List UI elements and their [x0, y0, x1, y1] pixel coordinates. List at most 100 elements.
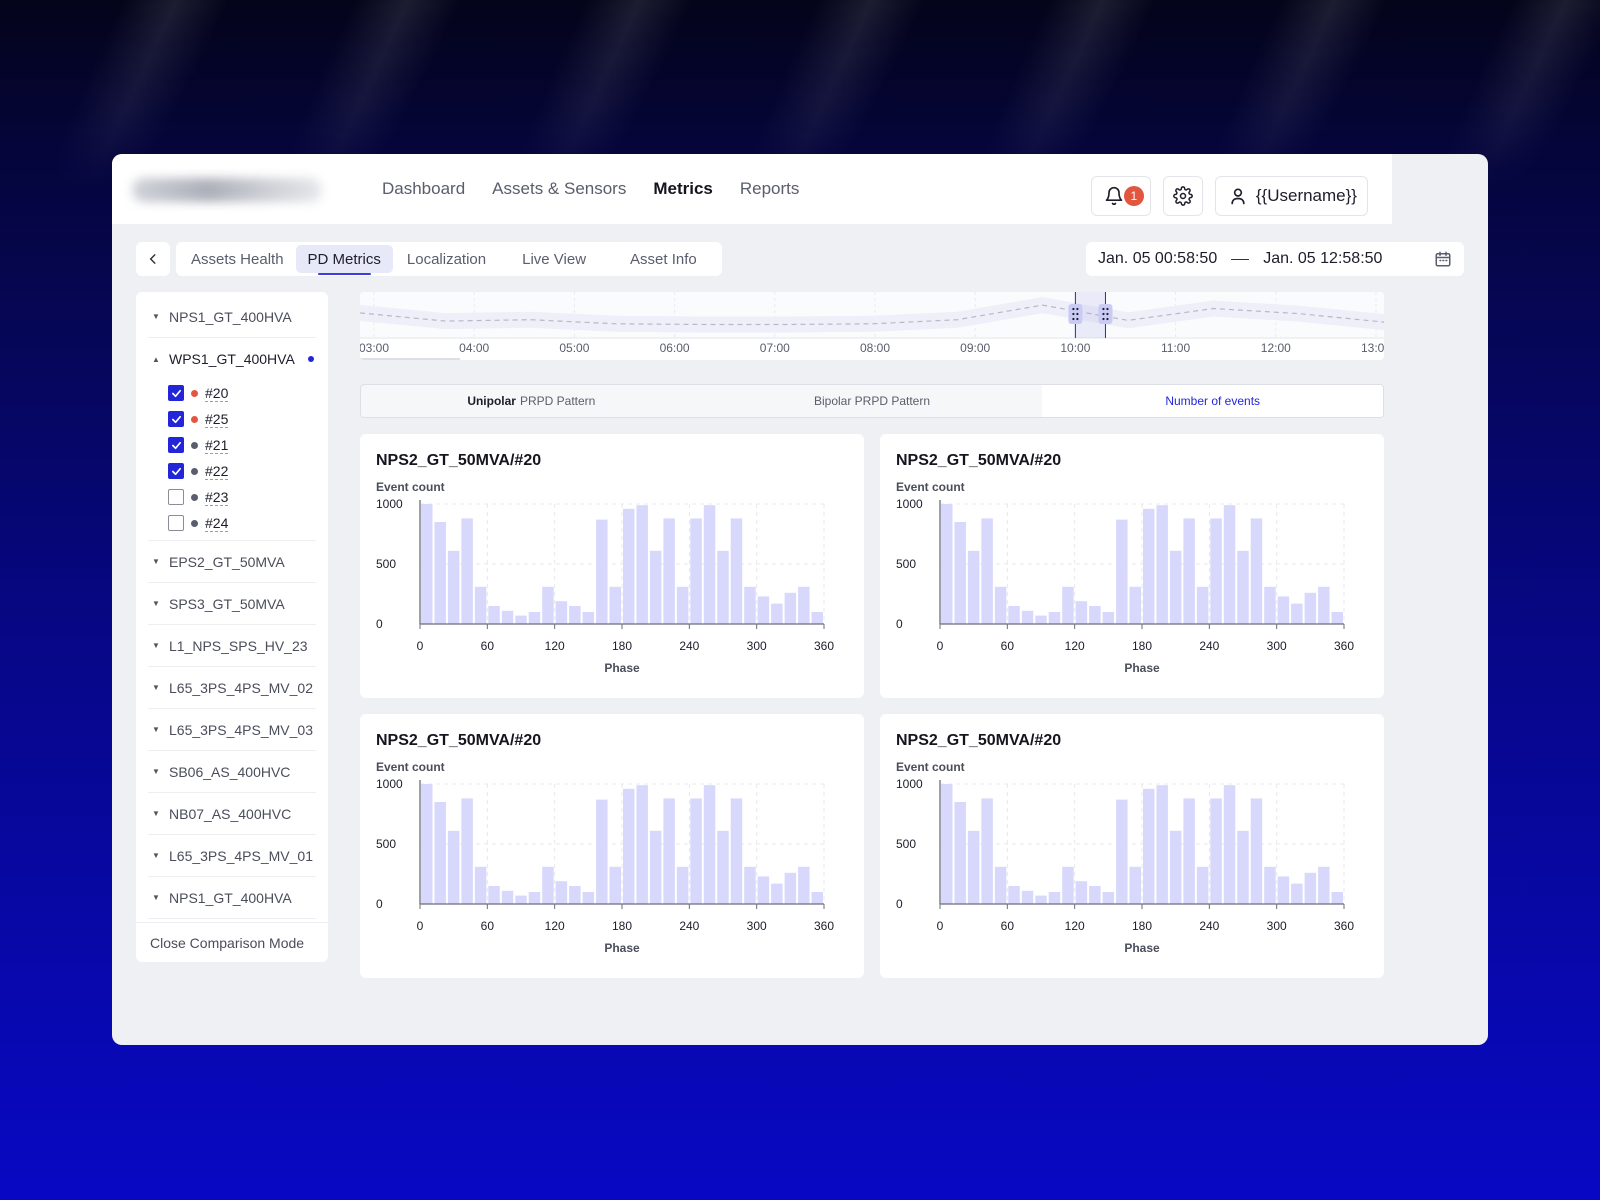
sensor-item[interactable]: #21 — [148, 432, 316, 458]
bar — [515, 615, 527, 624]
sensor-list: #20 #25 #21 #22 #23 #24 — [148, 380, 316, 541]
sensor-checkbox[interactable] — [168, 489, 184, 505]
timeline-tick-label: 07:00 — [760, 341, 790, 355]
event-count-chart: Event count 0 500 1000 0 60 120 180 240 300 360 Pha… — [376, 480, 834, 675]
notifications-button[interactable]: 1 — [1090, 176, 1151, 216]
nav-metrics[interactable]: Metrics — [653, 179, 713, 199]
timeline-chart[interactable]: 03:00 04:00 05:00 06:00 07:00 08:00 09:00 10:00… — [360, 292, 1384, 360]
sensor-status-dot — [191, 493, 198, 501]
sensor-item[interactable]: #23 — [148, 484, 316, 510]
sidebar-group[interactable]: ▼ NPS1_GT_400HVA — [148, 296, 316, 338]
close-comparison-button[interactable]: Close Comparison Mode — [136, 922, 328, 962]
y-tick-label: 0 — [896, 897, 903, 911]
sidebar-group[interactable]: ▼ L65_3PS_4PS_MV_02 — [148, 667, 316, 709]
x-tick-label: 60 — [1001, 639, 1015, 653]
sensor-item[interactable]: #22 — [148, 458, 316, 484]
asset-sidebar: ▼ NPS1_GT_400HVA ▲ WPS1_GT_400HVA #20 #25… — [136, 292, 328, 962]
tab-pd-metrics[interactable]: PD Metrics — [295, 245, 393, 275]
notification-count-badge: 1 — [1123, 186, 1144, 206]
drag-handle-icon[interactable] — [1098, 304, 1113, 324]
date-range-separator — [1231, 258, 1250, 260]
company-logo[interactable] — [132, 178, 322, 202]
sidebar-group[interactable]: ▼ L1_NPS_SPS_HV_23 — [148, 625, 316, 667]
sensor-checkbox[interactable] — [168, 463, 184, 479]
nav-dashboard[interactable]: Dashboard — [382, 179, 465, 199]
sidebar-group-open[interactable]: ▲ WPS1_GT_400HVA — [148, 338, 316, 380]
sidebar-group[interactable]: ▼ L65_3PS_4PS_MV_01 — [148, 835, 316, 877]
bar — [1008, 886, 1020, 904]
sidebar-group[interactable]: ▼ NPS1_GT_400HVA — [148, 877, 316, 919]
sidebar-group[interactable]: ▼ NB07_AS_400HVC — [148, 793, 316, 835]
sensor-item[interactable]: #25 — [148, 406, 316, 432]
tab-bipolar-prpd[interactable]: Bipolar PRPD Pattern — [702, 385, 1043, 417]
bar — [434, 522, 446, 624]
tab-unipolar-prpd[interactable]: Unipolar PRPD Pattern — [361, 385, 702, 417]
bar — [690, 518, 702, 624]
timeline-tick-label: 06:00 — [660, 341, 690, 355]
tab-assets-health[interactable]: Assets Health — [179, 245, 296, 273]
sidebar-group[interactable]: ▼ L65_3PS_4PS_MV_03 — [148, 709, 316, 751]
bar — [717, 550, 729, 624]
x-tick-label: 60 — [481, 919, 495, 933]
back-button[interactable] — [136, 242, 170, 276]
sensor-checkbox[interactable] — [168, 437, 184, 453]
sensor-checkbox[interactable] — [168, 385, 184, 401]
bar — [690, 798, 702, 904]
bar — [1264, 586, 1276, 624]
sensor-checkbox[interactable] — [168, 515, 184, 531]
drag-handle-icon[interactable] — [1068, 304, 1083, 324]
tab-localization[interactable]: Localization — [393, 245, 500, 273]
y-tick-label: 0 — [376, 617, 383, 631]
bar — [434, 802, 446, 904]
bar — [1304, 872, 1317, 904]
sidebar-group-label: NPS1_GT_400HVA — [169, 889, 292, 906]
sidebar-group-label: L65_3PS_4PS_MV_01 — [169, 847, 313, 864]
user-menu-button[interactable]: {{Username}} — [1214, 176, 1368, 216]
bar — [798, 586, 810, 624]
caret-down-icon: ▼ — [152, 809, 160, 818]
bar — [757, 596, 770, 624]
x-axis-label: Phase — [604, 941, 640, 955]
timeline-scrollbar[interactable] — [360, 358, 460, 360]
calendar-icon[interactable] — [1434, 250, 1452, 268]
bar — [501, 890, 514, 904]
tab-live-view[interactable]: Live View — [500, 245, 608, 273]
sidebar-group[interactable]: ▼ SPS3_GT_50MVA — [148, 583, 316, 625]
timeline-tick-label: 12:00 — [1261, 341, 1291, 355]
settings-button[interactable] — [1162, 176, 1203, 216]
tab-unipolar-prpd-bold: Unipolar — [467, 394, 516, 408]
sidebar-group[interactable]: ▼ SB06_AS_400HVC — [148, 751, 316, 793]
x-tick-label: 300 — [747, 639, 767, 653]
timeline-navigator[interactable]: 03:00 04:00 05:00 06:00 07:00 08:00 09:00 10:00… — [360, 292, 1384, 360]
sensor-checkbox[interactable] — [168, 411, 184, 427]
y-tick-label: 500 — [376, 557, 396, 571]
tab-number-of-events[interactable]: Number of events — [1042, 385, 1384, 417]
bar — [636, 505, 648, 624]
nav-reports[interactable]: Reports — [740, 179, 800, 199]
x-tick-label: 0 — [937, 639, 944, 653]
timeline-tick-label: 11:00 — [1161, 341, 1190, 355]
sensor-status-dot — [191, 389, 198, 397]
bar — [981, 798, 993, 904]
sidebar-group-label: WPS1_GT_400HVA — [169, 351, 295, 367]
sensor-item[interactable]: #24 — [148, 510, 316, 536]
tab-asset-info[interactable]: Asset Info — [608, 245, 719, 273]
event-chart-card: NPS2_GT_50MVA/#20 Event count 0 500 1000 0 60… — [360, 714, 864, 978]
event-count-chart: Event count 0 500 1000 0 60 120 180 240 300 360 Pha… — [896, 480, 1354, 675]
bar — [730, 798, 743, 904]
caret-down-icon: ▼ — [152, 767, 160, 776]
caret-down-icon: ▼ — [152, 599, 160, 608]
bar — [1169, 830, 1182, 904]
bar — [967, 550, 980, 624]
bar — [1035, 895, 1047, 904]
bar — [1183, 798, 1195, 904]
sidebar-group[interactable]: ▼ EPS2_GT_50MVA — [148, 541, 316, 583]
sensor-item[interactable]: #20 — [148, 380, 316, 406]
date-range-picker[interactable]: Jan. 05 00:58:50 Jan. 05 12:58:50 — [1086, 242, 1464, 276]
bar — [1169, 550, 1182, 624]
nav-assets-sensors[interactable]: Assets & Sensors — [492, 179, 626, 199]
bar — [596, 799, 608, 904]
bar — [1116, 519, 1128, 624]
bar — [582, 892, 595, 904]
bar — [941, 784, 953, 904]
